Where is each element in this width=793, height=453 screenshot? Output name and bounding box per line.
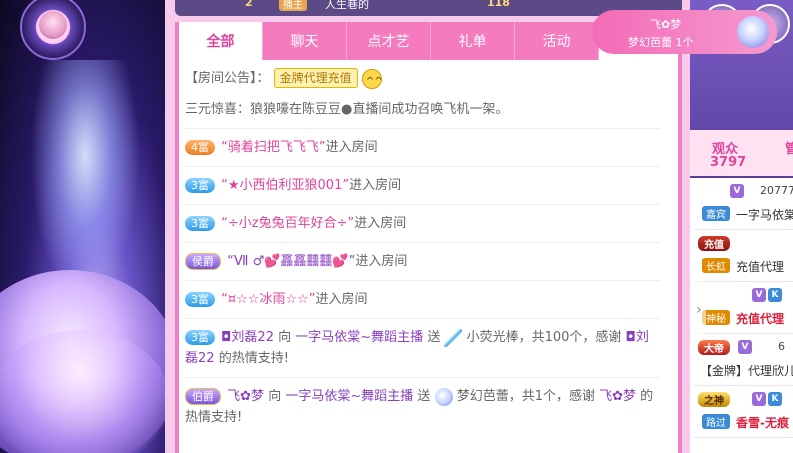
user-name: 香雪-无痕: [736, 416, 789, 430]
receiver-name[interactable]: 一字马依棠~舞蹈主播: [295, 330, 423, 345]
enter-text: 进入房间: [355, 254, 408, 269]
user-name[interactable]: “骑着扫把飞飞飞”: [221, 140, 325, 155]
thanks-name[interactable]: 飞✿梦: [599, 389, 636, 404]
host-avatar[interactable]: [20, 0, 86, 60]
user-name[interactable]: “¤☆☆冰雨☆☆”: [221, 292, 315, 307]
wealth-badge: 3富: [185, 292, 215, 307]
noble-badge: 侯爵: [185, 253, 221, 270]
list-item[interactable]: 大帝 V 6 【金牌】代理欣儿: [694, 336, 793, 386]
system-message: 三元惊喜：狼狼嚎在陈豆豆●直播间成功召唤飞机一架。: [185, 91, 660, 129]
live-stage-video: [0, 0, 165, 453]
gift-text: 梦幻芭蕾，共1个，感谢: [456, 389, 595, 404]
title-tag: 路过: [702, 414, 730, 429]
enter-message: 3富 “÷小z兔兔百年好合÷”进入房间: [185, 205, 660, 243]
enter-message: 3富 “★小西伯利亚狼001”进入房间: [185, 167, 660, 205]
host-avatar-image: [39, 11, 67, 39]
enter-message: 侯爵 “Ⅶ ♂💕靐靐䨻䨻💕”进入房间: [185, 243, 660, 281]
tab-all[interactable]: 全部: [179, 22, 263, 60]
message-list: 【房间公告】： 金牌代理充值 三元惊喜：狼狼嚎在陈豆豆●直播间成功召唤飞机一架。…: [179, 60, 678, 436]
user-name: 充值代理: [736, 312, 785, 326]
vip-icon: V: [752, 392, 766, 406]
vip-icon: V: [738, 340, 752, 354]
host-tag: 播主: [279, 0, 307, 11]
gift-message: 伯爵 飞✿梦 向 一字马依棠~舞蹈主播 送 梦幻芭蕾，共1个，感谢 飞✿梦 的热…: [185, 378, 660, 436]
coin-count: 118: [487, 0, 510, 9]
user-name[interactable]: “Ⅶ ♂💕靐靐䨻䨻💕”: [227, 254, 355, 269]
notice-link[interactable]: 金牌代理充值: [273, 68, 358, 88]
sender-name[interactable]: 飞✿梦: [227, 389, 264, 404]
user-id: 20777: [760, 184, 793, 197]
title-tag: 神秘: [702, 310, 730, 325]
enter-text: 进入房间: [354, 216, 407, 231]
receiver-name[interactable]: 一字马依棠~舞蹈主播: [285, 389, 413, 404]
to-text: 向: [268, 389, 282, 404]
send-text: 送: [427, 330, 441, 345]
level-badge: 大帝: [698, 340, 730, 355]
audience-panel: 观众 3797 管 V 20777 嘉宾 一字马依棠 充值 长虹 充值代理 V …: [690, 0, 793, 453]
title-tag: 长虹: [702, 258, 730, 273]
noble-badge: 伯爵: [185, 388, 221, 405]
enter-text: 进入房间: [315, 292, 368, 307]
list-item[interactable]: 充值 长虹 充值代理: [694, 232, 793, 282]
enter-text: 进入房间: [325, 140, 378, 155]
dancer-figure: [30, 60, 140, 300]
user-name: 【金牌】代理欣儿: [700, 364, 793, 378]
notice-label: 【房间公告】：: [185, 71, 270, 86]
wealth-badge: 3富: [185, 330, 215, 345]
user-name: 充值代理: [736, 260, 785, 274]
gift-name: 梦幻芭蕾 1个: [628, 36, 694, 49]
gift-notification: 飞✿梦 梦幻芭蕾 1个: [592, 10, 777, 54]
list-item[interactable]: V K 神秘 充值代理: [694, 284, 793, 334]
wealth-badge: 3富: [185, 216, 215, 231]
end-text: 的热情支持!: [218, 351, 289, 366]
user-name[interactable]: “★小西伯利亚狼001”: [221, 178, 349, 193]
title-tag: 嘉宾: [702, 206, 730, 221]
smile-emoji-icon: [361, 68, 383, 92]
tab-chat[interactable]: 聊天: [263, 22, 347, 60]
enter-message: 4富 “骑着扫把飞飞飞”进入房间: [185, 129, 660, 167]
level-badge: 充值: [698, 236, 730, 251]
level-badge: 之神: [698, 392, 730, 407]
manager-label[interactable]: 管: [785, 138, 793, 157]
host-rank: 2: [245, 0, 253, 9]
glow-stick-icon: [444, 328, 463, 347]
ballet-gift-icon: [737, 16, 769, 48]
k-icon: K: [768, 392, 782, 406]
send-text: 送: [417, 389, 431, 404]
user-id: 6: [778, 340, 785, 353]
list-item[interactable]: V 20777 嘉宾 一字马依棠: [694, 180, 793, 230]
list-item[interactable]: 之神 V K 路过 香雪-无痕: [694, 388, 793, 438]
gift-text: 小荧光棒，共100个，感谢: [466, 330, 622, 345]
tab-events[interactable]: 活动: [515, 22, 599, 60]
vip-icon: V: [730, 184, 744, 198]
wealth-badge: 4富: [185, 140, 215, 155]
audience-count: 3797: [710, 155, 747, 170]
enter-text: 进入房间: [349, 178, 402, 193]
user-name[interactable]: “÷小z兔兔百年好合÷”: [221, 216, 354, 231]
ballet-gift-icon: [434, 387, 453, 406]
wealth-badge: 3富: [185, 178, 215, 193]
vip-icon: V: [752, 288, 766, 302]
tab-gift-list[interactable]: 礼单: [431, 22, 515, 60]
gift-sender: 飞✿梦: [650, 18, 682, 31]
sender-name[interactable]: ◘刘磊22: [221, 330, 274, 345]
k-icon: K: [768, 288, 782, 302]
host-title: 人生巷的: [325, 0, 369, 11]
enter-message: 3富 “¤☆☆冰雨☆☆”进入房间: [185, 281, 660, 319]
user-name: 一字马依棠: [736, 208, 793, 222]
music-box-glow: [0, 330, 165, 453]
room-notice: 【房间公告】： 金牌代理充值: [185, 60, 660, 92]
chat-panel: 2 播主 人生巷的 118 全部 聊天 点才艺 礼单 活动 【房间公告】： 金牌…: [165, 0, 690, 453]
to-text: 向: [278, 330, 292, 345]
gift-message: 3富 ◘刘磊22 向 一字马依棠~舞蹈主播 送 小荧光棒，共100个，感谢 ◘刘…: [185, 319, 660, 378]
chevron-right-icon[interactable]: ›: [692, 280, 706, 340]
tab-talent[interactable]: 点才艺: [347, 22, 431, 60]
chat-box: 全部 聊天 点才艺 礼单 活动 【房间公告】： 金牌代理充值 三元惊喜：狼狼嚎在…: [175, 22, 682, 453]
